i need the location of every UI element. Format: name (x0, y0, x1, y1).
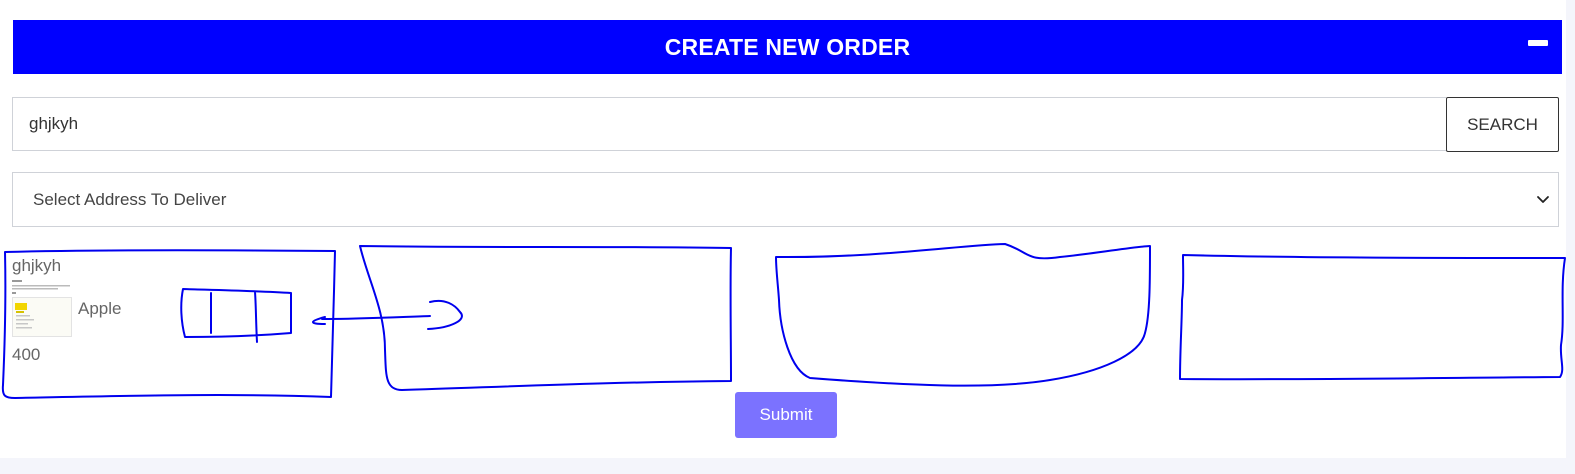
search-row: SEARCH (12, 97, 1559, 152)
product-thumbnail (12, 278, 74, 338)
search-input[interactable] (12, 97, 1446, 151)
create-order-header: CREATE NEW ORDER (13, 20, 1562, 74)
product-image (12, 297, 72, 337)
order-form-card: CREATE NEW ORDER SEARCH Select Address T… (0, 0, 1566, 458)
product-price: 400 (12, 345, 41, 364)
address-select-value: Select Address To Deliver (33, 189, 227, 209)
address-select[interactable]: Select Address To Deliver (12, 172, 1559, 227)
search-button[interactable]: SEARCH (1446, 97, 1559, 152)
page-title: CREATE NEW ORDER (664, 33, 911, 60)
product-title: Apple (78, 299, 122, 318)
minus-icon[interactable] (1528, 40, 1548, 46)
thumbnail-caption-lines (12, 280, 70, 294)
submit-button[interactable]: Submit (735, 392, 837, 438)
chevron-down-icon (1537, 196, 1549, 203)
product-name: ghjkyh (12, 256, 62, 275)
